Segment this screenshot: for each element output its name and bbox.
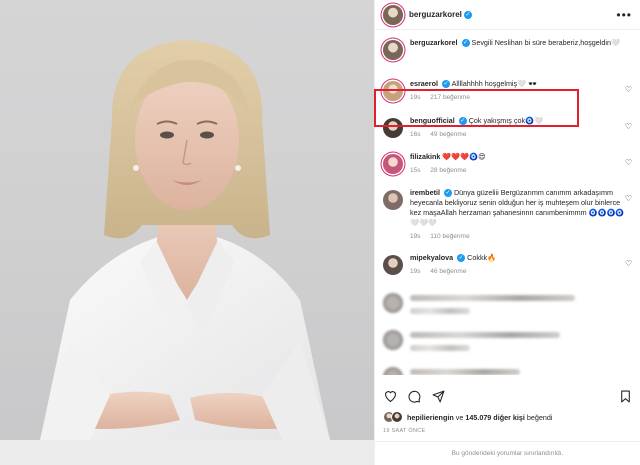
comments-limited-notice: Bu gönderideki yorumlar sınırlandırıldı. bbox=[375, 441, 640, 465]
comment-meta: 15s 28 beğenme bbox=[410, 166, 632, 176]
likes-suffix: beğendi bbox=[526, 412, 553, 422]
more-options-icon[interactable]: ••• bbox=[616, 8, 632, 22]
likes-count[interactable]: 145.079 diğer kişi bbox=[465, 413, 525, 422]
comment-item: irembetil ✓ Dünya güzeliii Bergüzarımm c… bbox=[375, 188, 640, 242]
comment-body: filizakink ❤️❤️❤️🧿😍 15s 28 beğenme bbox=[410, 152, 632, 176]
share-icon[interactable] bbox=[431, 389, 445, 403]
blurred-avatar bbox=[383, 330, 403, 350]
portrait-illustration bbox=[0, 40, 374, 465]
author-avatar[interactable] bbox=[383, 4, 403, 25]
likes-summary: hepilieriengin ve 145.079 diğer kişi beğ… bbox=[383, 411, 632, 423]
blurred-comment bbox=[375, 328, 640, 351]
post-date[interactable]: 19 SAAT ÖNCE bbox=[383, 428, 426, 434]
post-photo bbox=[0, 0, 374, 465]
commenter-avatar[interactable] bbox=[383, 40, 403, 60]
blurred-avatar bbox=[383, 293, 403, 313]
liker-username[interactable]: hepilieriengin bbox=[407, 413, 454, 422]
verified-badge-icon: ✓ bbox=[457, 254, 466, 263]
like-comment-heart-icon[interactable]: ♡ bbox=[625, 85, 632, 94]
comment-item: filizakink ❤️❤️❤️🧿😍 15s 28 beğenme ♡ bbox=[375, 152, 640, 176]
blurred-avatar bbox=[383, 367, 403, 375]
comment-text: Sevgili Neslihan bi süre beraberiz,hoşge… bbox=[471, 38, 620, 47]
post-header: berguzarkorel ✓ ••• bbox=[375, 0, 640, 30]
comment-username[interactable]: mipekyalova bbox=[410, 253, 453, 262]
comment-text: ❤️❤️❤️🧿😍 bbox=[442, 152, 486, 161]
blurred-comment-body bbox=[410, 365, 632, 375]
comment-meta: 16s 49 beğenme bbox=[410, 130, 632, 140]
post-actions bbox=[383, 388, 632, 404]
blurred-comment bbox=[375, 291, 640, 314]
blurred-comment-body bbox=[410, 328, 632, 351]
comment-meta: 19s 110 beğenme bbox=[410, 232, 632, 242]
likes-text[interactable]: hepilieriengin ve 145.079 diğer kişi beğ… bbox=[407, 413, 552, 422]
verified-badge-icon: ✓ bbox=[461, 39, 470, 48]
comment-body: irembetil ✓ Dünya güzeliii Bergüzarımm c… bbox=[410, 188, 632, 242]
comment-meta: 19s 46 beğenme bbox=[410, 267, 632, 277]
commenter-avatar[interactable] bbox=[383, 190, 403, 210]
comment-likes[interactable]: 46 beğenme bbox=[430, 268, 466, 275]
blurred-comment bbox=[375, 365, 640, 375]
blurred-comment-body bbox=[410, 291, 632, 314]
post-viewer: berguzarkorel ✓ ••• berguzarkorel ✓ Sevg… bbox=[0, 0, 640, 465]
comment-username[interactable]: esraerol bbox=[410, 79, 438, 88]
comment-username[interactable]: filizakink bbox=[410, 152, 440, 161]
heart-icon[interactable] bbox=[383, 389, 397, 403]
comment-text: Cokkk🔥 bbox=[467, 253, 497, 262]
verified-badge-icon: ✓ bbox=[443, 189, 452, 198]
comment-username[interactable]: berguzarkorel bbox=[410, 38, 458, 47]
commenter-avatar[interactable] bbox=[383, 154, 403, 174]
commenter-avatar[interactable] bbox=[383, 255, 403, 275]
comment-likes[interactable]: 110 beğenme bbox=[430, 233, 469, 240]
like-comment-heart-icon[interactable]: ♡ bbox=[625, 259, 632, 268]
comment-likes[interactable]: 28 beğenme bbox=[430, 167, 466, 174]
likes-connector: ve bbox=[455, 412, 464, 422]
verified-badge-icon: ✓ bbox=[463, 10, 472, 19]
like-comment-heart-icon[interactable]: ♡ bbox=[625, 158, 632, 167]
comment-icon[interactable] bbox=[407, 389, 421, 403]
author-username[interactable]: berguzarkorel bbox=[409, 10, 462, 19]
comment-time: 15s bbox=[410, 167, 421, 174]
comment-body: mipekyalova ✓ Cokkk🔥 19s 46 beğenme bbox=[410, 253, 632, 277]
comment-text: Dünya güzeliii Bergüzarımm canımm arkada… bbox=[410, 188, 625, 227]
blurred-meta bbox=[410, 308, 470, 314]
blurred-text bbox=[410, 295, 575, 301]
comment-item: mipekyalova ✓ Cokkk🔥 19s 46 beğenme ♡ bbox=[375, 253, 640, 277]
blurred-text bbox=[410, 369, 520, 375]
comment-likes[interactable]: 49 beğenme bbox=[430, 131, 466, 138]
comment-time: 19s bbox=[410, 233, 421, 240]
comment-time: 19s bbox=[410, 268, 421, 275]
comments-list: berguzarkorel ✓ Sevgili Neslihan bi süre… bbox=[375, 30, 640, 375]
bookmark-icon[interactable] bbox=[618, 389, 632, 403]
comments-panel: berguzarkorel ✓ ••• berguzarkorel ✓ Sevg… bbox=[374, 0, 640, 465]
like-comment-heart-icon[interactable]: ♡ bbox=[625, 194, 632, 203]
comment-text: Allllahhhh hoşgelmiş🤍 🕶️ bbox=[451, 79, 538, 88]
comment-username[interactable]: irembetil bbox=[410, 188, 440, 197]
blurred-text bbox=[410, 332, 560, 338]
blurred-meta bbox=[410, 345, 470, 351]
like-comment-heart-icon[interactable]: ♡ bbox=[625, 122, 632, 131]
verified-badge-icon: ✓ bbox=[441, 80, 450, 89]
comment-body: berguzarkorel ✓ Sevgili Neslihan bi süre… bbox=[410, 38, 632, 60]
highlight-box bbox=[374, 89, 579, 127]
liker-avatar[interactable] bbox=[391, 411, 403, 423]
comment-time: 16s bbox=[410, 131, 421, 138]
caption-comment: berguzarkorel ✓ Sevgili Neslihan bi süre… bbox=[375, 38, 640, 60]
